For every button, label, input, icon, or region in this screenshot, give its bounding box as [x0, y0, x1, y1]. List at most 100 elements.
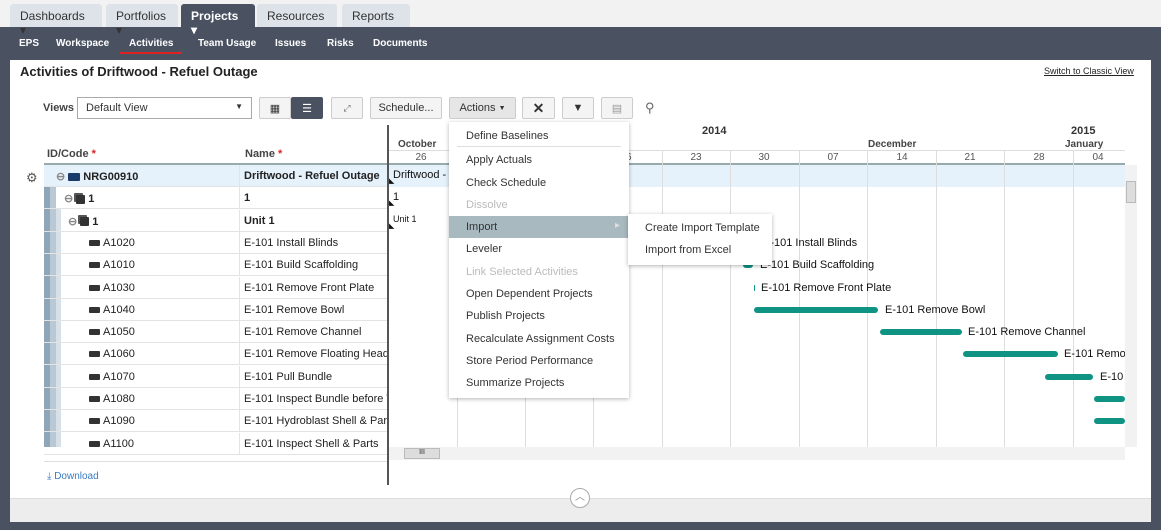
subnav-documents[interactable]: Documents [373, 38, 427, 49]
required-mark: * [278, 148, 283, 160]
column-title: Name [245, 148, 275, 160]
row-name: Driftwood - Refuel Outage [244, 170, 380, 182]
menu-item-summarize-projects[interactable]: Summarize Projects [449, 372, 629, 394]
day-label: 30 [758, 152, 770, 163]
table-row[interactable]: A1020 E-101 Install Blinds [44, 231, 388, 254]
switch-classic-view-link[interactable]: Switch to Classic View [1044, 66, 1134, 76]
download-link[interactable]: ⤓ Download [47, 471, 99, 482]
filter-button[interactable]: ▼ [562, 97, 594, 119]
tab-resources[interactable]: Resources [257, 4, 337, 27]
schedule-button[interactable]: Schedule... [370, 97, 442, 119]
menu-item-check-schedule[interactable]: Check Schedule [449, 172, 629, 194]
subnav-activities[interactable]: Activities [120, 38, 183, 54]
subnav-issues[interactable]: Issues [275, 38, 306, 49]
print-icon: ▤ [611, 102, 623, 115]
actions-button[interactable]: Actions ▼ [449, 97, 516, 119]
gantt-bar[interactable] [1094, 418, 1125, 425]
menu-item-apply-actuals[interactable]: Apply Actuals [449, 149, 629, 171]
table-row[interactable]: ⊖ NRG00910 Driftwood - Refuel Outage [44, 165, 388, 187]
activity-icon [89, 284, 100, 291]
row-name: E-101 Install Blinds [244, 236, 339, 249]
gantt-gridline [662, 150, 663, 447]
download-label: Download [54, 471, 99, 482]
tools-button[interactable]: ✕ [522, 97, 555, 119]
vertical-scrollbar[interactable] [1125, 165, 1137, 447]
fullscreen-button[interactable]: ⤢ [331, 97, 363, 119]
cell-divider [239, 298, 240, 320]
collapse-icon[interactable]: ⊖ [56, 171, 65, 183]
column-header-id[interactable]: ID/Code * [47, 148, 96, 160]
row-id-text: 1 [92, 215, 99, 228]
row-id: A1040 [89, 304, 135, 316]
tools-icon: ✕ [532, 99, 545, 116]
menu-item-define-baselines[interactable]: Define Baselines [457, 125, 621, 148]
menu-item-link-selected-activities: Link Selected Activities [466, 265, 578, 278]
menu-item-import[interactable]: Import [449, 216, 629, 239]
year-label: 2014 [702, 125, 727, 137]
table-row[interactable]: A1010 E-101 Build Scaffolding [44, 254, 388, 277]
scroll-thumb[interactable]: III [404, 448, 440, 459]
actions-menu: Define Baselines Apply Actuals Check Sched… [449, 122, 629, 398]
menu-item-leveler[interactable]: Leveler [449, 238, 629, 260]
cell-divider [239, 343, 240, 365]
subnav-workspace[interactable]: Workspace [56, 38, 109, 49]
submenu-arrow-icon: ▸ [615, 220, 621, 232]
gantt-bar[interactable] [754, 306, 878, 313]
tab-projects[interactable]: Projects ▾ [181, 4, 255, 37]
menu-item-import-from-excel[interactable]: Import from Excel [628, 239, 772, 261]
table-row[interactable]: ⊖ 11 [44, 187, 388, 210]
row-id: A1100 [89, 438, 134, 450]
row-id-text: A1070 [103, 370, 135, 383]
gantt-bar-label: Unit 1 [393, 213, 417, 224]
print-button[interactable]: ▤ [601, 97, 633, 119]
views-select-value: Default View [86, 102, 148, 114]
table-row[interactable]: A1060 E-101 Remove Floating Head [44, 343, 388, 366]
menu-item-create-import-template[interactable]: Create Import Template [628, 217, 772, 239]
row-name: E-101 Remove Bowl [244, 303, 345, 316]
tab-dashboards[interactable]: Dashboards ▾ [10, 4, 102, 37]
table-row[interactable]: A1050 E-101 Remove Channel [44, 321, 388, 344]
gantt-gridline [867, 150, 868, 447]
grid-view-button[interactable]: ▦ [259, 97, 291, 119]
gantt-bar[interactable] [1045, 373, 1093, 380]
collapse-icon[interactable]: ⊖ [68, 216, 77, 228]
column-header-name[interactable]: Name * [245, 148, 282, 160]
project-folder-icon [68, 173, 81, 182]
subnav-risks[interactable]: Risks [327, 38, 354, 49]
menu-item-publish-projects[interactable]: Publish Projects [449, 305, 629, 327]
table-row[interactable]: A1070 E-101 Pull Bundle [44, 365, 388, 388]
table-row[interactable]: A1080 E-101 Inspect Bundle before Tubes [44, 388, 388, 410]
menu-item-store-period-performance[interactable]: Store Period Performance [449, 350, 629, 372]
table-row[interactable]: A1040 E-101 Remove Bowl [44, 298, 388, 321]
table-row[interactable]: ⊖ 1 Unit 1 [44, 209, 388, 232]
cell-divider [239, 254, 240, 276]
activity-icon [89, 329, 100, 336]
table-row[interactable]: A1100 E-101 Inspect Shell & Parts [44, 432, 388, 455]
menu-item-recalculate-assignment-costs[interactable]: Recalculate Assignment Costs [449, 328, 629, 350]
views-select[interactable]: Default View ▼ [77, 97, 252, 119]
subnav-team-usage[interactable]: Team Usage [198, 38, 256, 49]
menu-item-open-dependent-projects[interactable]: Open Dependent Projects [449, 283, 629, 305]
tab-reports[interactable]: Reports [342, 4, 410, 27]
table-row[interactable]: A1030 E-101 Remove Front Plate [44, 276, 388, 299]
day-label: 14 [896, 152, 908, 163]
column-title: ID/Code [47, 148, 89, 160]
row-id: A1060 [89, 348, 135, 360]
tab-portfolios[interactable]: Portfolios ▾ [106, 4, 178, 37]
gantt-bar[interactable] [963, 351, 1058, 358]
gantt-bar[interactable] [880, 329, 962, 336]
gantt-bar[interactable] [754, 284, 755, 291]
activity-icon [89, 306, 100, 313]
gantt-bar[interactable] [1094, 396, 1125, 402]
gantt-view-button[interactable]: ☰ [291, 97, 323, 119]
gear-icon[interactable]: ⚙ [26, 170, 38, 186]
activity-icon [89, 351, 100, 358]
row-id-text: A1040 [103, 303, 135, 316]
search-icon[interactable]: ⚲ [645, 100, 655, 116]
table-row[interactable]: A1090 E-101 Hydroblast Shell & Parts [44, 410, 388, 433]
horizontal-scrollbar[interactable]: III [389, 447, 1125, 460]
subnav-eps[interactable]: EPS [19, 38, 39, 49]
collapse-up-icon[interactable]: ︿ [570, 488, 590, 508]
collapse-icon[interactable]: ⊖ [64, 193, 73, 205]
scroll-thumb[interactable] [1126, 181, 1136, 203]
